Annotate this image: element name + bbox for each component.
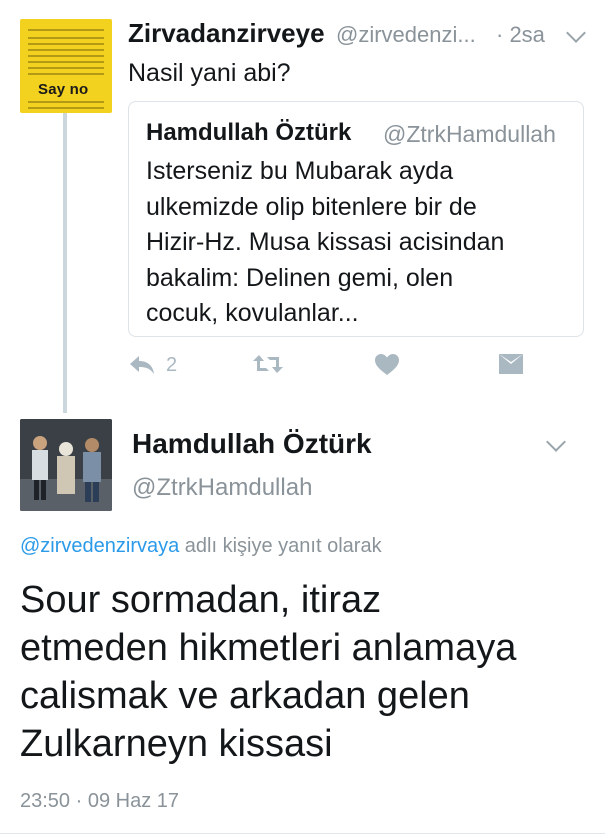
author-handle[interactable]: @zirvedenzi...	[336, 22, 476, 48]
tweet-timestamp[interactable]: 23:50 · 09 Haz 17	[20, 790, 179, 813]
chevron-down-icon[interactable]	[566, 23, 586, 43]
quoted-text-line: cocuk, kovulanlar...	[146, 299, 359, 327]
envelope-icon	[498, 353, 524, 375]
chevron-down-icon[interactable]	[546, 432, 566, 452]
heart-icon	[374, 353, 400, 377]
author-name[interactable]: Hamdullah Öztürk	[132, 428, 372, 460]
like-button[interactable]	[374, 353, 400, 377]
retweet-button[interactable]	[252, 353, 284, 375]
avatar[interactable]	[20, 419, 112, 511]
quoted-text-line: bakalim: Delinen gemi, olen	[146, 263, 454, 292]
tweet-text-line: etmeden hikmetleri anlamaya	[20, 627, 517, 669]
quoted-author-name: Hamdullah Öztürk	[146, 119, 352, 146]
reply-button[interactable]: 2	[128, 353, 177, 377]
author-name[interactable]: Zirvadanzirveye	[128, 18, 325, 49]
quoted-tweet-text: Isterseniz bu Mubarak ayda ulkemizde oli…	[146, 154, 576, 332]
tweet-text: Sour sormadan, itiraz etmeden hikmetleri…	[20, 576, 590, 768]
avatar-text: Say no	[38, 81, 89, 98]
divider	[0, 833, 605, 834]
avatar[interactable]: Say no	[20, 19, 112, 113]
quoted-text-line: ulkemizde olip bitenlere bir de	[146, 192, 477, 221]
reply-count: 2	[166, 353, 178, 376]
thread-connector	[63, 113, 67, 413]
mention-link[interactable]: @zirvedenzirvaya	[20, 535, 179, 557]
tweet-time[interactable]: · 2sa	[496, 22, 545, 48]
quoted-text-line: Isterseniz bu Mubarak ayda	[146, 157, 454, 185]
replying-to: @zirvedenzirvaya adlı kişiye yanıt olara…	[20, 535, 382, 558]
quoted-text-line: Hizir-Hz. Musa kissasi acisindan	[146, 228, 505, 256]
tweet-text-line: Zulkarneyn kissasi	[20, 723, 333, 765]
tweet-text-line: calismak ve arkadan gelen	[20, 675, 470, 717]
tweet-text-line: Sour sormadan, itiraz	[20, 579, 382, 621]
tweet-text: Nasil yani abi?	[128, 59, 291, 87]
reply-icon	[128, 353, 156, 377]
retweet-icon	[252, 353, 284, 375]
direct-message-button[interactable]	[498, 353, 524, 375]
replying-to-label: adlı kişiye yanıt olarak	[179, 535, 382, 557]
author-handle[interactable]: @ZtrkHamdullah	[132, 474, 312, 502]
tweet-actions: 2	[128, 353, 588, 383]
quoted-author-handle: @ZtrkHamdullah	[383, 121, 556, 147]
